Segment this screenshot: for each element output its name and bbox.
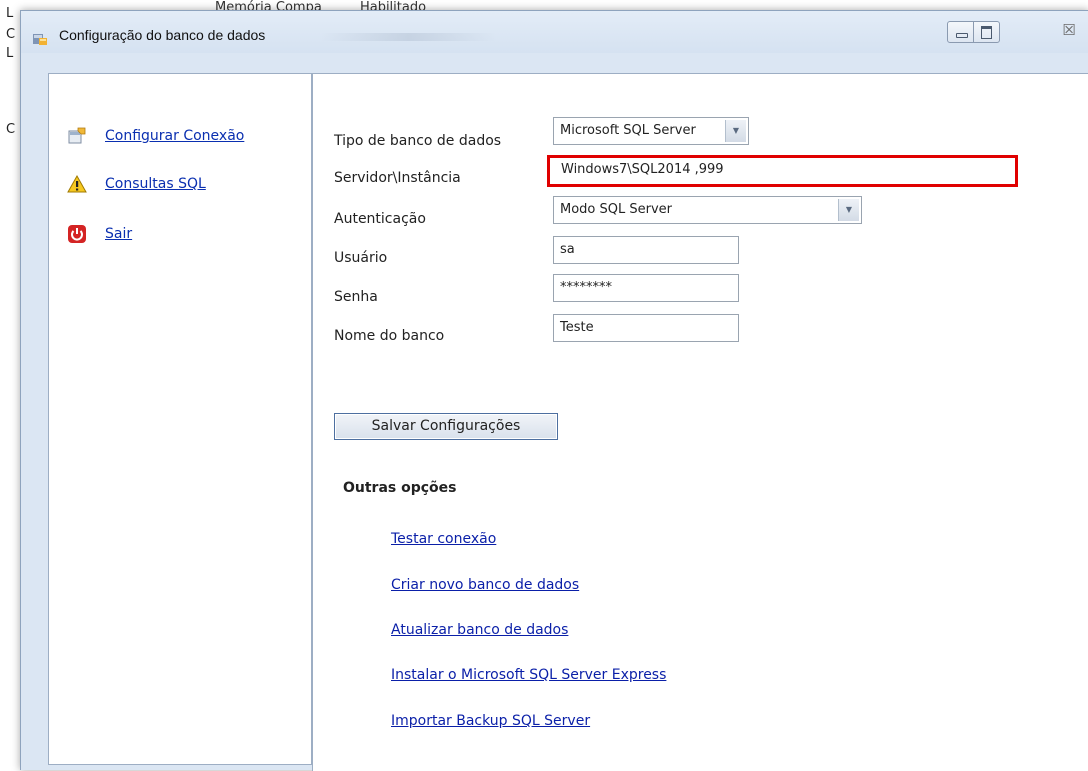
configure-connection-icon — [68, 127, 86, 144]
auth-label: Autenticação — [334, 211, 426, 227]
import-backup-link[interactable]: Importar Backup SQL Server — [391, 713, 590, 729]
password-value: ******** — [560, 280, 612, 295]
server-input[interactable]: Windows7\SQL2014 ,999 — [553, 157, 1017, 185]
create-database-link[interactable]: Criar novo banco de dados — [391, 577, 579, 593]
db-name-value: Teste — [560, 320, 594, 335]
background-letter: L — [6, 6, 14, 21]
settings-panel: Tipo de banco de dados Microsoft SQL Ser… — [312, 73, 1088, 771]
database-config-window: Configuração do banco de dados ☒ Configu… — [20, 10, 1088, 771]
title-ghost-text — [321, 33, 496, 41]
power-icon — [68, 225, 86, 243]
user-input[interactable]: sa — [553, 236, 739, 264]
sidebar-item-configurar-conexao[interactable]: Configurar Conexão — [67, 126, 244, 146]
background-letter: C — [6, 27, 16, 42]
sidebar-item-consultas-sql[interactable]: Consultas SQL — [67, 174, 206, 194]
sidebar-item-label[interactable]: Sair — [105, 226, 132, 242]
install-sql-express-link[interactable]: Instalar o Microsoft SQL Server Express — [391, 667, 666, 683]
close-button[interactable]: ☒ — [1051, 19, 1087, 41]
update-database-link[interactable]: Atualizar banco de dados — [391, 622, 568, 638]
server-value: Windows7\SQL2014 ,999 — [561, 162, 724, 177]
chevron-down-icon[interactable]: ▼ — [725, 120, 746, 142]
server-label: Servidor\Instância — [334, 170, 461, 186]
sidebar-item-label[interactable]: Configurar Conexão — [105, 128, 244, 144]
password-label: Senha — [334, 289, 378, 305]
db-type-value: Microsoft SQL Server — [560, 123, 696, 138]
db-name-input[interactable]: Teste — [553, 314, 739, 342]
close-icon: ☒ — [1062, 21, 1076, 39]
sidebar: Configurar Conexão Consultas SQL Sair — [48, 73, 312, 765]
maximize-button[interactable] — [974, 22, 999, 42]
user-value: sa — [560, 242, 575, 257]
test-connection-link[interactable]: Testar conexão — [391, 531, 496, 547]
db-name-label: Nome do banco — [334, 328, 445, 344]
user-label: Usuário — [334, 250, 388, 266]
other-options-title: Outras opções — [343, 480, 457, 496]
background-letter: L — [6, 46, 14, 61]
auth-value: Modo SQL Server — [560, 202, 672, 217]
background-letter: C — [6, 122, 16, 137]
warning-icon — [67, 174, 87, 193]
database-app-icon — [33, 34, 47, 45]
window-controls — [947, 21, 1000, 43]
window-title: Configuração do banco de dados — [59, 27, 266, 43]
auth-select[interactable]: Modo SQL Server ▼ — [553, 196, 862, 224]
minimize-button[interactable] — [948, 22, 974, 42]
save-settings-button[interactable]: Salvar Configurações — [334, 413, 558, 440]
chevron-down-icon[interactable]: ▼ — [838, 199, 859, 221]
db-type-label: Tipo de banco de dados — [334, 133, 502, 149]
db-type-select[interactable]: Microsoft SQL Server ▼ — [553, 117, 749, 145]
sidebar-item-sair[interactable]: Sair — [67, 224, 132, 244]
title-bar[interactable]: Configuração do banco de dados ☒ — [21, 11, 1088, 53]
password-input[interactable]: ******** — [553, 274, 739, 302]
sidebar-item-label[interactable]: Consultas SQL — [105, 176, 206, 192]
